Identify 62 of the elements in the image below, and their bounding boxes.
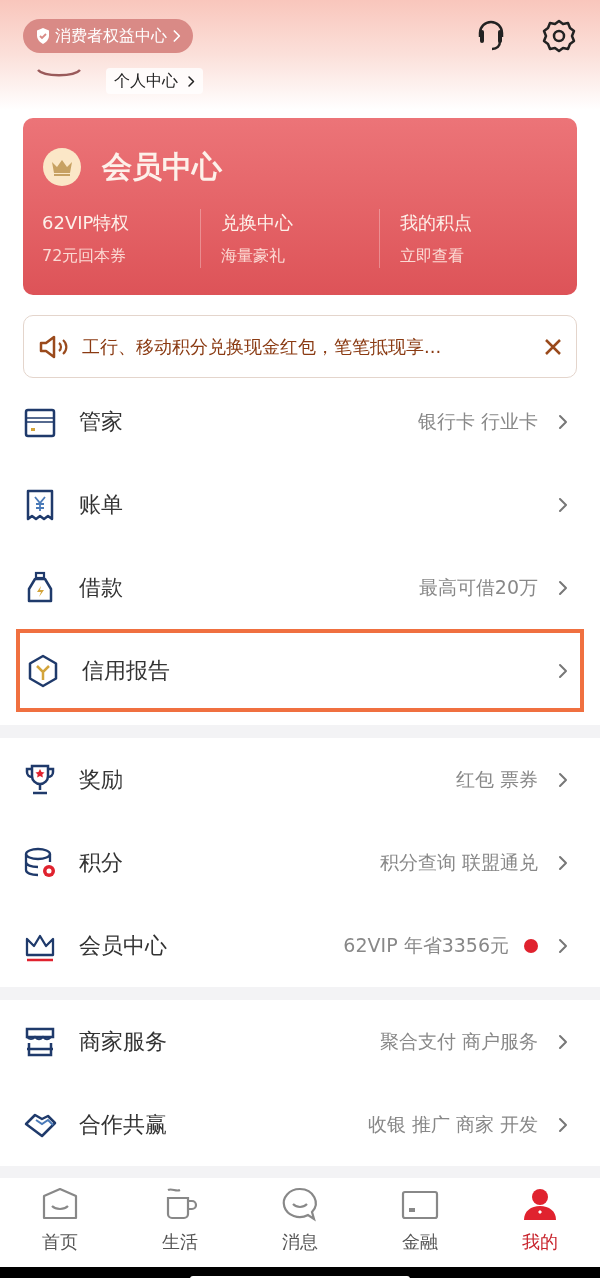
chat-bubble-icon — [280, 1186, 320, 1224]
chevron-right-icon — [556, 853, 568, 872]
trophy-icon — [23, 762, 57, 797]
menu-item[interactable]: 借款 最高可借20万 — [0, 546, 600, 629]
benefit-subtitle: 海量豪礼 — [221, 245, 286, 267]
menu-item-label: 管家 — [79, 408, 124, 436]
menu-item-detail: 积分查询 联盟通兑 — [379, 850, 538, 876]
menu-item-detail: 收银 推广 商家 开发 — [367, 1112, 538, 1138]
hexagon-icon — [26, 653, 60, 688]
menu-item-detail: 最高可借20万 — [418, 575, 538, 601]
menu-item-label: 借款 — [79, 574, 124, 602]
menu-item-detail: 红包 票券 — [455, 767, 538, 793]
tab-bar-item[interactable]: 金融 — [360, 1178, 480, 1267]
benefit-subtitle: 立即查看 — [400, 245, 465, 267]
personal-center-link[interactable]: 个人中心 — [106, 68, 203, 94]
menu-item-label: 合作共赢 — [79, 1111, 168, 1139]
crown-icon — [42, 146, 82, 187]
avatar-icon — [36, 69, 82, 79]
chevron-right-icon — [556, 661, 568, 680]
chevron-right-icon — [556, 770, 568, 789]
chevron-right-icon — [186, 74, 195, 88]
menu-item-label: 会员中心 — [79, 932, 168, 960]
chevron-right-icon — [556, 1032, 568, 1051]
menu-item[interactable]: 管家 银行卡 行业卡 — [0, 380, 600, 463]
menu-item[interactable]: 账单 — [0, 463, 600, 546]
settings-button[interactable] — [541, 18, 577, 54]
menu-item-label: 商家服务 — [79, 1028, 168, 1056]
shield-icon — [35, 27, 51, 45]
menu-item-label: 信用报告 — [82, 657, 171, 685]
tab-bar-item[interactable]: 首页 — [0, 1178, 120, 1267]
menu-item-label: 账单 — [79, 491, 124, 519]
benefit-title: 我的积点 — [400, 211, 473, 235]
menu-item[interactable]: 会员中心 62VIP 年省3356元 — [0, 904, 600, 987]
member-card-title: 会员中心 — [102, 148, 222, 186]
chevron-right-icon — [171, 29, 181, 43]
close-button[interactable] — [544, 337, 562, 356]
settings-icon — [541, 18, 577, 54]
menu-item-label: 奖励 — [79, 766, 124, 794]
chevron-right-icon — [556, 1115, 568, 1134]
benefit-subtitle: 72元回本券 — [42, 245, 128, 267]
menu-item-label: 积分 — [79, 849, 124, 877]
speaker-icon — [38, 334, 70, 359]
menu-item[interactable]: 商家服务 聚合支付 商户服务 — [0, 1000, 600, 1083]
menu-item[interactable]: 奖励 红包 票券 — [0, 738, 600, 821]
coin-stack-icon — [23, 845, 57, 880]
notice-text: 工行、移动积分兑换现金红包，笔笔抵现享... — [82, 335, 443, 359]
benefit-title: 兑换中心 — [221, 211, 294, 235]
menu-item-detail: 银行卡 行业卡 — [417, 409, 538, 435]
tab-bar-item[interactable]: 我的 — [480, 1178, 600, 1267]
tab-bar-item[interactable]: 生活 — [120, 1178, 240, 1267]
chevron-right-icon — [556, 495, 568, 514]
benefit-title: 62VIP特权 — [42, 211, 131, 235]
menu-item[interactable]: 合作共赢 收银 推广 商家 开发 — [0, 1083, 600, 1166]
menu-item[interactable]: 信用报告 — [16, 629, 584, 712]
chevron-right-icon — [556, 936, 568, 955]
menu-item-detail: 聚合支付 商户服务 — [379, 1029, 538, 1055]
tab-bar-item[interactable]: 消息 — [240, 1178, 360, 1267]
close-icon — [544, 337, 562, 356]
menu-item[interactable]: 积分 积分查询 联盟通兑 — [0, 821, 600, 904]
chevron-right-icon — [556, 412, 568, 431]
chevron-right-icon — [556, 578, 568, 597]
menu-item-detail: 62VIP 年省3356元 — [343, 933, 509, 959]
